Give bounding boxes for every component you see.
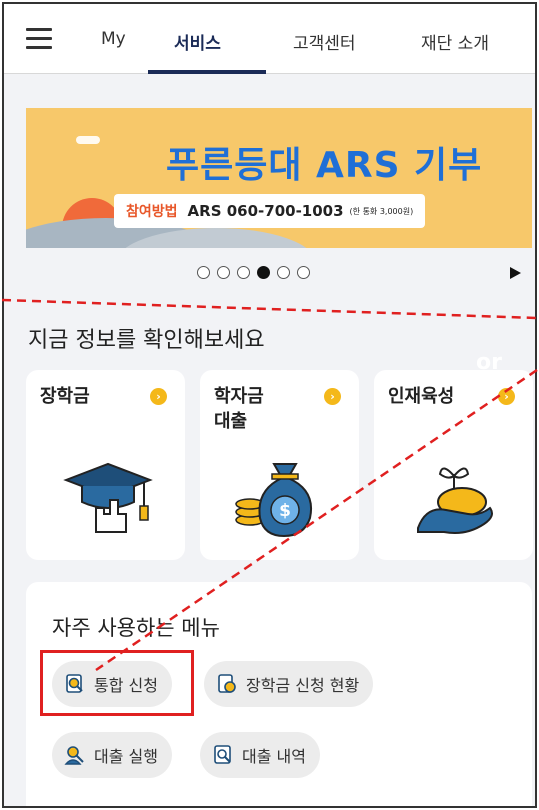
loan-execution-button[interactable]: 대출 실행 bbox=[52, 732, 172, 778]
chevron-right-icon: › bbox=[324, 388, 341, 405]
card-student-loan[interactable]: 학자금 대출 › $ bbox=[200, 370, 359, 560]
chip-label: 대출 내역 bbox=[242, 747, 306, 766]
top-nav-bar: My 서비스 고객센터 재단 소개 bbox=[4, 4, 535, 74]
participation-method-label: 참여방법 bbox=[126, 204, 178, 220]
graduation-cap-icon bbox=[63, 462, 153, 533]
carousel-dot[interactable] bbox=[257, 266, 270, 279]
call-fee-note: (한 통화 3,000원) bbox=[349, 206, 414, 216]
card-label: 학자금 대출 bbox=[214, 386, 264, 432]
carousel-dot[interactable] bbox=[217, 266, 230, 279]
menu-hamburger-icon[interactable] bbox=[26, 28, 54, 50]
loan-history-button[interactable]: 대출 내역 bbox=[200, 732, 320, 778]
ars-donation-banner[interactable]: 푸른등대 ARS 기부 참여방법 ARS 060-700-1003 (한 통화 … bbox=[26, 108, 532, 248]
tab-my[interactable]: My bbox=[101, 29, 126, 49]
card-talent-development[interactable]: 인재육성 › bbox=[374, 370, 533, 560]
banner-info-box: 참여방법 ARS 060-700-1003 (한 통화 3,000원) bbox=[114, 194, 426, 228]
highlight-box bbox=[40, 650, 194, 716]
carousel-indicators bbox=[197, 266, 310, 279]
banner-title: 푸른등대 ARS 기부 bbox=[166, 145, 483, 186]
chip-label: 장학금 신청 현황 bbox=[246, 676, 360, 695]
carousel-dot[interactable] bbox=[277, 266, 290, 279]
tab-customer-center[interactable]: 고객센터 bbox=[293, 29, 356, 54]
faint-overlay-text: or bbox=[476, 350, 502, 375]
list-search-icon bbox=[214, 745, 231, 764]
carousel-dot[interactable] bbox=[197, 266, 210, 279]
sprout-hand-icon bbox=[417, 467, 493, 534]
chevron-right-icon: › bbox=[150, 388, 167, 405]
carousel-play-icon[interactable] bbox=[510, 267, 521, 279]
scholarship-status-button[interactable]: 장학금 신청 현황 bbox=[204, 661, 374, 707]
tab-services[interactable]: 서비스 bbox=[174, 29, 221, 54]
tab-foundation-intro[interactable]: 재단 소개 bbox=[421, 29, 489, 54]
svg-text:$: $ bbox=[279, 501, 291, 521]
info-section-title: 지금 정보를 확인해보세요 bbox=[28, 328, 265, 353]
cloud-illustration bbox=[76, 136, 100, 144]
frequent-menu-title: 자주 사용하는 메뉴 bbox=[52, 616, 220, 640]
active-tab-indicator bbox=[148, 70, 266, 74]
carousel-dot[interactable] bbox=[237, 266, 250, 279]
money-bag-icon: $ bbox=[235, 463, 312, 538]
card-scholarship[interactable]: 장학금 › bbox=[26, 370, 185, 560]
document-status-icon bbox=[218, 674, 236, 693]
card-label: 장학금 bbox=[40, 386, 90, 407]
person-search-icon bbox=[64, 746, 84, 765]
ars-phone-number: ARS 060-700-1003 bbox=[187, 202, 344, 220]
card-label: 인재육성 bbox=[388, 386, 455, 407]
carousel-dot[interactable] bbox=[297, 266, 310, 279]
chevron-right-icon: › bbox=[498, 388, 515, 405]
chip-label: 대출 실행 bbox=[94, 747, 158, 766]
